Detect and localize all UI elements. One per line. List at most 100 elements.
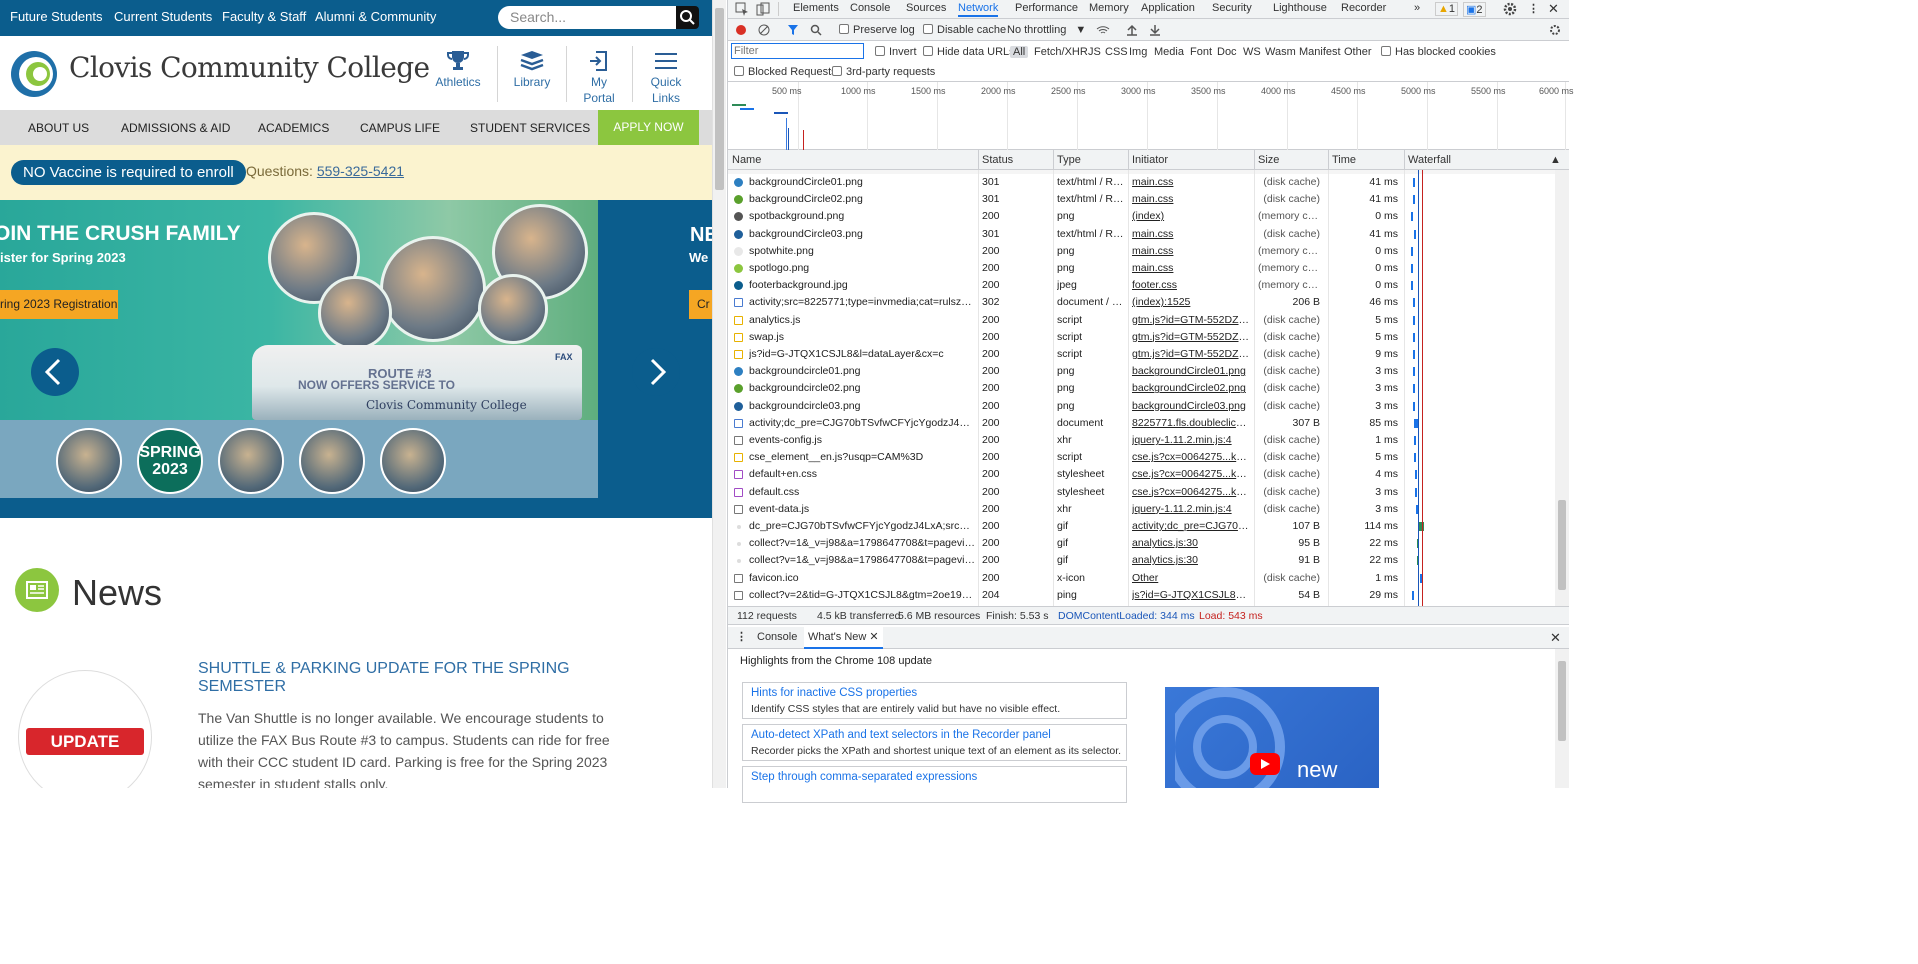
- request-row[interactable]: events-config.js 200 xhr jquery-1.11.2.min.…: [728, 432, 1555, 449]
- filter-input[interactable]: Filter: [731, 43, 864, 59]
- carousel-thumb[interactable]: [380, 428, 446, 494]
- carousel-thumb[interactable]: [299, 428, 365, 494]
- request-row[interactable]: spotwhite.png 200 png main.css (memory cac..…: [728, 243, 1555, 260]
- request-row[interactable]: backgroundcircle01.png 200 png backgroundCi…: [728, 363, 1555, 380]
- vaccine-notice-badge[interactable]: NO Vaccine is required to enroll: [11, 160, 246, 185]
- request-row[interactable]: js?id=G-JTQX1CSJL8&l=dataLayer&cx=c 200 sc…: [728, 346, 1555, 363]
- link-alumni-community[interactable]: Alumni & Community: [315, 9, 436, 24]
- request-initiator[interactable]: gtm.js?id=GTM-552DZRR...: [1132, 331, 1250, 343]
- request-row[interactable]: backgroundCircle01.png 301 text/html / Re.…: [728, 174, 1555, 191]
- request-row[interactable]: event-data.js 200 xhr jquery-1.11.2.min.js:…: [728, 501, 1555, 518]
- whats-new-card-title[interactable]: Auto-detect XPath and text selectors in …: [751, 729, 1051, 741]
- request-initiator[interactable]: analytics.js:30: [1132, 537, 1250, 549]
- slide-registration-button[interactable]: ring 2023 Registration: [0, 290, 118, 319]
- carousel-thumb-spring[interactable]: SPRING 2023: [137, 428, 203, 494]
- col-status-header[interactable]: Status: [982, 154, 1013, 166]
- column-divider[interactable]: [1053, 150, 1054, 170]
- kebab-menu-icon[interactable]: ⋮: [1528, 2, 1539, 15]
- col-type-header[interactable]: Type: [1057, 154, 1081, 166]
- request-initiator[interactable]: backgroundCircle03.png: [1132, 400, 1250, 412]
- site-search-input[interactable]: Search...: [498, 6, 676, 29]
- third-party-checkbox[interactable]: 3rd-party requests: [832, 66, 935, 78]
- sort-ascending-icon[interactable]: ▲: [1550, 154, 1561, 166]
- request-row[interactable]: backgroundCircle03.png 301 text/html / Re.…: [728, 226, 1555, 243]
- has-blocked-cookies-checkbox[interactable]: Has blocked cookies: [1381, 46, 1496, 58]
- filter-wasm[interactable]: Wasm: [1265, 46, 1296, 58]
- filter-font[interactable]: Font: [1190, 46, 1212, 58]
- request-initiator[interactable]: (index): [1132, 210, 1250, 222]
- library-link[interactable]: Library: [499, 50, 565, 90]
- request-row[interactable]: collect?v=1&_v=j98&a=1798647708&t=pagevi…: [728, 535, 1555, 552]
- request-row[interactable]: activity;src=8225771;type=invmedia;cat=r…: [728, 294, 1555, 311]
- filter-fetch-xhr[interactable]: Fetch/XHR: [1034, 46, 1088, 58]
- tab-performance[interactable]: Performance: [1015, 0, 1078, 17]
- tab-lighthouse[interactable]: Lighthouse: [1273, 0, 1327, 17]
- column-divider[interactable]: [1404, 150, 1405, 170]
- college-name[interactable]: Clovis Community College: [69, 51, 430, 84]
- request-initiator[interactable]: main.css: [1132, 193, 1250, 205]
- nav-academics[interactable]: ACADEMICS: [258, 121, 329, 135]
- tab-network[interactable]: Network: [958, 0, 999, 17]
- request-initiator[interactable]: analytics.js:30: [1132, 554, 1250, 566]
- apply-now-button[interactable]: APPLY NOW: [598, 110, 699, 145]
- request-row[interactable]: default+en.css 200 stylesheet cse.js?cx=006…: [728, 466, 1555, 483]
- network-settings-gear-icon[interactable]: [1549, 24, 1561, 36]
- network-overview-timeline[interactable]: 500 ms 1000 ms 1500 ms 2000 ms 2500 ms 3000 m…: [728, 82, 1574, 166]
- request-initiator[interactable]: main.css: [1132, 176, 1250, 188]
- tab-console[interactable]: Console: [850, 0, 890, 17]
- request-initiator[interactable]: main.css: [1132, 262, 1250, 274]
- drawer-tab-console[interactable]: Console: [757, 631, 797, 643]
- nav-admissions-aid[interactable]: ADMISSIONS & AID: [121, 121, 230, 135]
- search-icon[interactable]: [810, 24, 822, 36]
- request-row[interactable]: spotlogo.png 200 png main.css (memory cac...…: [728, 260, 1555, 277]
- link-current-students[interactable]: Current Students: [114, 9, 212, 24]
- article-title-link[interactable]: SHUTTLE & PARKING UPDATE FOR THE SPRING …: [198, 660, 598, 696]
- request-initiator[interactable]: backgroundCircle02.png: [1132, 382, 1250, 394]
- tab-sources[interactable]: Sources: [906, 0, 946, 17]
- column-divider[interactable]: [1254, 150, 1255, 170]
- request-initiator[interactable]: jquery-1.11.2.min.js:4: [1132, 434, 1250, 446]
- whats-new-video-thumbnail[interactable]: new: [1165, 687, 1379, 788]
- request-row[interactable]: footerbackground.jpg 200 jpeg footer.css (me…: [728, 277, 1555, 294]
- request-row[interactable]: backgroundCircle02.png 301 text/html / Re.…: [728, 191, 1555, 208]
- filter-media[interactable]: Media: [1154, 46, 1184, 58]
- request-initiator[interactable]: cse.js?cx=0064275...kyav...: [1132, 451, 1250, 463]
- next-slide-button[interactable]: Cr: [689, 290, 712, 319]
- carousel-next-button[interactable]: [632, 348, 680, 396]
- tab-security[interactable]: Security: [1212, 0, 1252, 17]
- request-row[interactable]: backgroundcircle03.png 200 png backgroundCi…: [728, 398, 1555, 415]
- page-scrollbar-thumb[interactable]: [715, 8, 724, 190]
- hide-data-urls-checkbox[interactable]: Hide data URLs: [923, 46, 1015, 58]
- whats-new-card[interactable]: Hints for inactive CSS properties Identi…: [742, 682, 1127, 719]
- tab-recorder[interactable]: Recorder: [1341, 0, 1386, 17]
- request-row[interactable]: spotbackground.png 200 png (index) (memory c…: [728, 208, 1555, 225]
- request-initiator[interactable]: gtm.js?id=GTM-552DZRR...: [1132, 348, 1250, 360]
- athletics-link[interactable]: Athletics: [425, 50, 491, 90]
- whats-new-card[interactable]: Step through comma-separated expressions: [742, 766, 1127, 803]
- request-initiator[interactable]: jquery-1.11.2.min.js:4: [1132, 503, 1250, 515]
- request-initiator[interactable]: gtm.js?id=GTM-552DZRR...: [1132, 314, 1250, 326]
- my-portal-link[interactable]: My Portal: [566, 50, 632, 106]
- request-row[interactable]: dc_pre=CJG70bTSvfwCFYjcYgodzJ4LxA;src=8 2…: [728, 518, 1555, 535]
- col-name-header[interactable]: Name: [732, 154, 761, 166]
- request-initiator[interactable]: cse.js?cx=0064275...kyav...: [1132, 486, 1250, 498]
- filter-manifest[interactable]: Manifest: [1299, 46, 1341, 58]
- college-logo-icon[interactable]: [10, 50, 58, 98]
- request-initiator[interactable]: main.css: [1132, 245, 1250, 257]
- request-row[interactable]: swap.js 200 script gtm.js?id=GTM-552DZRR...…: [728, 329, 1555, 346]
- clear-icon[interactable]: [758, 24, 770, 36]
- blocked-requests-checkbox[interactable]: Blocked Requests: [734, 66, 837, 78]
- col-time-header[interactable]: Time: [1332, 154, 1356, 166]
- col-size-header[interactable]: Size: [1258, 154, 1279, 166]
- request-initiator[interactable]: 8225771.fls.doubleclick.n...: [1132, 417, 1250, 429]
- drawer-scrollbar[interactable]: [1555, 649, 1569, 788]
- column-divider[interactable]: [1128, 150, 1129, 170]
- filter-img[interactable]: Img: [1129, 46, 1147, 58]
- column-divider[interactable]: [1328, 150, 1329, 170]
- request-initiator[interactable]: (index):1525: [1132, 296, 1250, 308]
- phone-link[interactable]: 559-325-5421: [317, 163, 404, 179]
- network-conditions-icon[interactable]: [1096, 24, 1110, 36]
- tab-application[interactable]: Application: [1141, 0, 1195, 17]
- device-toolbar-icon[interactable]: [756, 2, 770, 16]
- filter-js[interactable]: JS: [1088, 46, 1101, 58]
